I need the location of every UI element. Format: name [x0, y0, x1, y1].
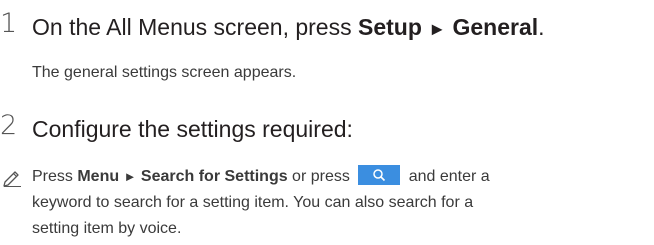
note-line-1: Press Menu ► Search for Settings or pres…: [32, 164, 654, 190]
step-number: 2: [0, 110, 18, 141]
period: .: [538, 14, 545, 40]
step-instruction: On the All Menus screen, press Setup ► G…: [32, 14, 545, 41]
general-label: General: [452, 14, 539, 40]
step-instruction: Configure the settings required:: [32, 116, 353, 142]
search-for-settings-label: Search for Settings: [140, 168, 288, 185]
setup-label: Setup: [358, 14, 422, 40]
note-press-text: Press: [32, 168, 78, 185]
note-text: Press Menu ► Search for Settings or pres…: [32, 164, 654, 242]
step-1-result: The general settings screen appears.: [32, 64, 297, 81]
arrow-glyph: ►: [428, 19, 447, 39]
search-button: [358, 164, 401, 185]
pencil-note-icon: [3, 171, 21, 187]
menu-label: Menu: [77, 168, 120, 185]
note-line-1-end: and enter a: [404, 168, 490, 185]
search-icon: [373, 169, 386, 181]
step-text: On the All Menus screen, press: [32, 14, 358, 40]
arrow-glyph: ►: [123, 169, 137, 184]
note-or-press-text: or press: [287, 168, 355, 185]
note-line-3: setting item by voice.: [32, 220, 182, 237]
note-line-2: keyword to search for a setting item. Yo…: [32, 194, 474, 211]
step-number: 1: [0, 8, 18, 39]
